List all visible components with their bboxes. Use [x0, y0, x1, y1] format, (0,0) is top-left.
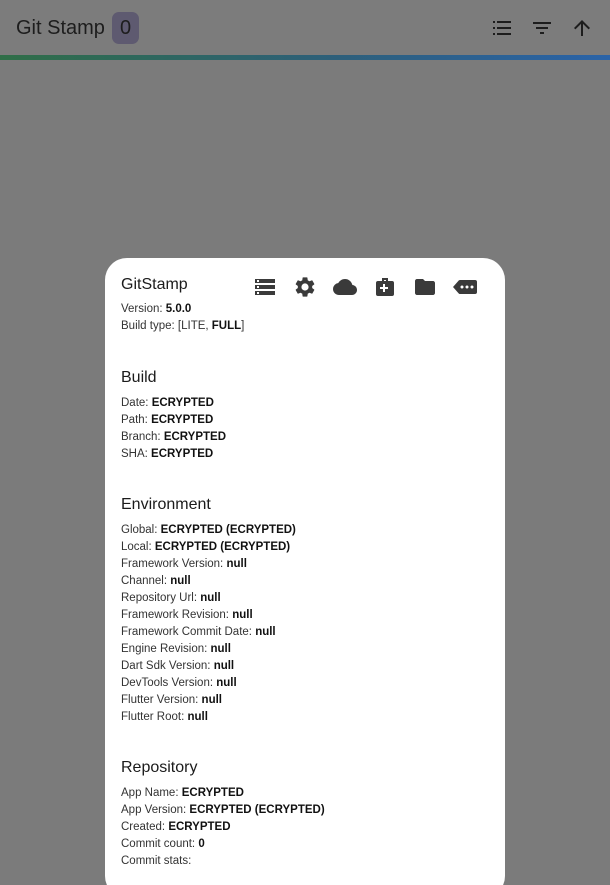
- info-row: Global: ECRYPTED (ECRYPTED): [121, 524, 296, 536]
- info-row: App Name: ECRYPTED: [121, 787, 244, 799]
- info-row: Flutter Version: null: [121, 694, 222, 706]
- build-section: Build Date: ECRYPTED Path: ECRYPTED Bran…: [121, 369, 489, 463]
- version-row: Version: 5.0.0: [121, 303, 192, 315]
- info-row: Engine Revision: null: [121, 643, 231, 655]
- info-row: DevTools Version: null: [121, 677, 237, 689]
- environment-section: Environment Global: ECRYPTED (ECRYPTED) …: [121, 496, 489, 726]
- medical-bag-icon[interactable]: [373, 275, 397, 299]
- info-row: SHA: ECRYPTED: [121, 448, 214, 460]
- info-row: Created: ECRYPTED: [121, 821, 231, 833]
- info-row: Framework Revision: null: [121, 609, 253, 621]
- count-badge: 0: [112, 12, 139, 44]
- git-stamp-card: GitStamp Version: 5.0.0 Build type: [LIT…: [105, 258, 505, 885]
- info-row: Framework Version: null: [121, 558, 247, 570]
- info-row: Dart Sdk Version: null: [121, 660, 235, 672]
- folder-icon[interactable]: [413, 275, 437, 299]
- cloud-icon[interactable]: [333, 275, 357, 299]
- accent-divider: [0, 55, 610, 60]
- info-row: Date: ECRYPTED: [121, 397, 214, 409]
- section-title: Build: [121, 369, 157, 386]
- info-row: Flutter Root: null: [121, 711, 208, 723]
- settings-icon[interactable]: [293, 275, 317, 299]
- info-row: Framework Commit Date: null: [121, 626, 276, 638]
- info-row: Commit stats:: [121, 855, 192, 867]
- info-row: Repository Url: null: [121, 592, 221, 604]
- info-row: Branch: ECRYPTED: [121, 431, 227, 443]
- section-title: Repository: [121, 759, 198, 776]
- section-title: Environment: [121, 496, 211, 513]
- more-tag-icon[interactable]: [453, 275, 477, 299]
- info-row: Local: ECRYPTED (ECRYPTED): [121, 541, 291, 553]
- version-info: Version: 5.0.0 Build type: [LITE, FULL]: [121, 301, 489, 335]
- list-icon[interactable]: [490, 16, 514, 40]
- repository-section: Repository App Name: ECRYPTED App Versio…: [121, 759, 489, 870]
- info-row: Channel: null: [121, 575, 191, 587]
- arrow-up-icon[interactable]: [570, 16, 594, 40]
- info-row: Path: ECRYPTED: [121, 414, 214, 426]
- app-bar: Git Stamp 0: [0, 0, 610, 57]
- storage-icon[interactable]: [253, 275, 277, 299]
- app-title: Git Stamp: [16, 17, 105, 39]
- card-title: GitStamp: [121, 276, 188, 293]
- info-row: App Version: ECRYPTED (ECRYPTED): [121, 804, 325, 816]
- filter-icon[interactable]: [530, 16, 554, 40]
- build-type-row: Build type: [LITE, FULL]: [121, 320, 245, 332]
- info-row: Commit count: 0: [121, 838, 205, 850]
